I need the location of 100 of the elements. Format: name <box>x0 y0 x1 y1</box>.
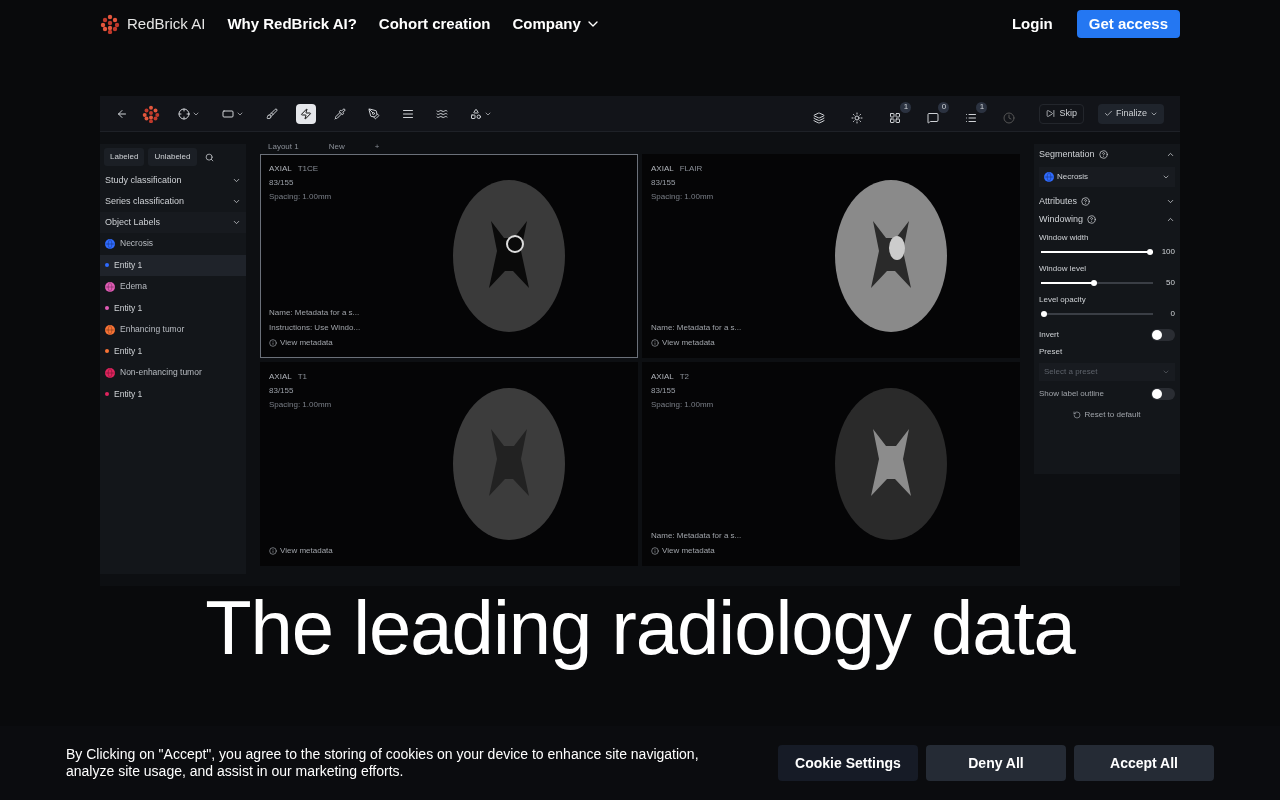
spacing-text: Spacing: 1.00mm <box>651 399 715 411</box>
slice-count: 83/155 <box>269 385 295 397</box>
logo-icon <box>100 14 120 34</box>
field-label: Preset <box>1039 345 1064 358</box>
section-header[interactable]: Object Labels <box>100 212 246 233</box>
metadata-text: Name: Metadata for a s... <box>651 322 743 334</box>
slider-label: Window level <box>1039 262 1088 275</box>
skip-icon <box>1046 109 1056 118</box>
rectangle-icon <box>222 107 234 120</box>
info-icon <box>269 339 277 347</box>
toggle-switch[interactable] <box>1151 328 1175 341</box>
pen-icon <box>368 107 380 120</box>
section-header[interactable]: Study classification <box>100 170 246 191</box>
slider-value: 100 <box>1161 245 1175 258</box>
layout-tab[interactable]: New <box>328 141 345 153</box>
help-icon <box>1081 196 1091 206</box>
label-row[interactable]: Edema <box>100 276 246 298</box>
view-metadata-link[interactable]: View metadata <box>269 545 389 557</box>
spacing-text: Spacing: 1.00mm <box>269 399 333 411</box>
view-metadata-link[interactable]: View metadata <box>269 337 389 349</box>
plane-select[interactable]: AXIAL <box>269 163 292 175</box>
help-icon <box>1098 150 1108 160</box>
cookie-button[interactable]: Cookie Settings <box>778 745 918 781</box>
list-icon <box>965 111 978 124</box>
cookie-button[interactable]: Accept All <box>1074 745 1214 781</box>
entity-row[interactable]: Entity 1 <box>100 297 246 319</box>
image-viewport[interactable]: AXIAL T1CE 83/155 Spacing: 1.00mm Name: Metadata for a s... Instructions: Use Windo... View metadata <box>260 154 638 358</box>
panel-heading: Segmentation <box>1039 148 1108 162</box>
filter-tab[interactable]: Labeled <box>104 148 145 166</box>
image-viewport[interactable]: AXIAL T1 83/155 Spacing: 1.00mm View metadata <box>260 362 638 566</box>
back-arrow-icon[interactable] <box>116 107 128 120</box>
skip-button[interactable]: Skip <box>1039 103 1084 124</box>
lines-icon <box>402 107 414 120</box>
slice-count: 83/155 <box>269 177 295 189</box>
search-icon[interactable] <box>204 152 214 162</box>
metadata-text: Name: Metadata for a s... <box>269 307 361 319</box>
chevron-icon <box>232 218 241 227</box>
chevron-icon <box>232 197 241 206</box>
finalize-button[interactable]: Finalize <box>1098 103 1164 124</box>
slider-value: 0 <box>1169 307 1175 320</box>
slider-value: 50 <box>1165 276 1175 289</box>
plane-select[interactable]: AXIAL <box>651 163 674 175</box>
panel-heading: Windowing <box>1039 213 1097 227</box>
slice-count: 83/155 <box>651 385 677 397</box>
series-tag: FLAIR <box>679 163 703 175</box>
sun-icon <box>851 111 864 124</box>
spacing-text: Spacing: 1.00mm <box>651 191 715 203</box>
shapes-icon <box>470 107 482 120</box>
label-row[interactable]: Enhancing tumor <box>100 319 246 341</box>
dropper-icon <box>334 107 346 120</box>
panel-heading: Attributes <box>1039 194 1091 208</box>
get-access-button[interactable]: Get access <box>1076 10 1180 38</box>
entity-row[interactable]: Entity 1 <box>100 254 246 276</box>
cookie-button[interactable]: Deny All <box>926 745 1066 781</box>
toolbar-action-button[interactable] <box>811 109 828 126</box>
filter-tab[interactable]: Unlabeled <box>148 148 197 166</box>
waves-icon <box>436 107 448 120</box>
nav-link[interactable]: Cohort creation <box>378 12 491 36</box>
label-row[interactable]: Non-enhancing tumor <box>100 362 246 384</box>
layout-tab[interactable]: + <box>374 141 380 153</box>
info-icon <box>651 339 659 347</box>
brand-name[interactable]: RedBrick AI <box>127 12 206 36</box>
label-select[interactable]: Necrosis <box>1039 166 1175 187</box>
lightning-icon <box>300 107 312 120</box>
nav-link[interactable]: Why RedBrick AI? <box>227 12 357 36</box>
label-row[interactable]: Necrosis <box>100 233 246 255</box>
spacing-text: Spacing: 1.00mm <box>269 191 333 203</box>
grid-icon <box>889 111 902 124</box>
toggle-label: Show label outline <box>1039 387 1104 400</box>
plane-select[interactable]: AXIAL <box>269 371 292 383</box>
plane-select[interactable]: AXIAL <box>651 371 674 383</box>
cookie-notice: By Clicking on "Accept", you agree to the storing of cookies on your device to enhance site navigation, analyze site usage, and assist in our marketing efforts. <box>66 746 700 780</box>
info-icon <box>269 547 277 555</box>
entity-row[interactable]: Entity 1 <box>100 340 246 362</box>
toggle-label: Invert <box>1039 328 1059 341</box>
view-metadata-link[interactable]: View metadata <box>651 337 771 349</box>
tool-button[interactable] <box>296 103 316 124</box>
section-header[interactable]: Series classification <box>100 191 246 212</box>
comment-icon <box>927 111 940 124</box>
toggle-switch[interactable] <box>1151 387 1175 400</box>
slider[interactable] <box>1041 310 1153 317</box>
metadata-text: Name: Metadata for a s... <box>651 530 743 542</box>
image-viewport[interactable]: AXIAL FLAIR 83/155 Spacing: 1.00mm Name: Metadata for a s... View metadata <box>642 154 1020 358</box>
headline: The leading radiology data <box>205 584 1075 672</box>
view-metadata-link[interactable]: View metadata <box>651 545 771 557</box>
login-link[interactable]: Login <box>1011 12 1053 36</box>
slider[interactable] <box>1041 248 1153 255</box>
nav-link[interactable]: Company <box>512 12 601 36</box>
layout-tab[interactable]: Layout 1 <box>268 141 299 153</box>
metadata-text: Instructions: Use Windo... <box>269 322 362 334</box>
entity-row[interactable]: Entity 1 <box>100 383 246 405</box>
count-badge: 0 <box>938 101 950 113</box>
image-viewport[interactable]: AXIAL T2 83/155 Spacing: 1.00mm Name: Metadata for a s... View metadata <box>642 362 1020 566</box>
brush-icon <box>266 107 278 120</box>
logo-icon <box>142 104 160 123</box>
crosshair-icon <box>178 107 190 120</box>
check-icon <box>1104 109 1113 118</box>
slider-label: Level opacity <box>1039 293 1087 306</box>
reset-icon <box>1073 410 1082 419</box>
reset-button[interactable]: Reset to default <box>1039 408 1175 421</box>
